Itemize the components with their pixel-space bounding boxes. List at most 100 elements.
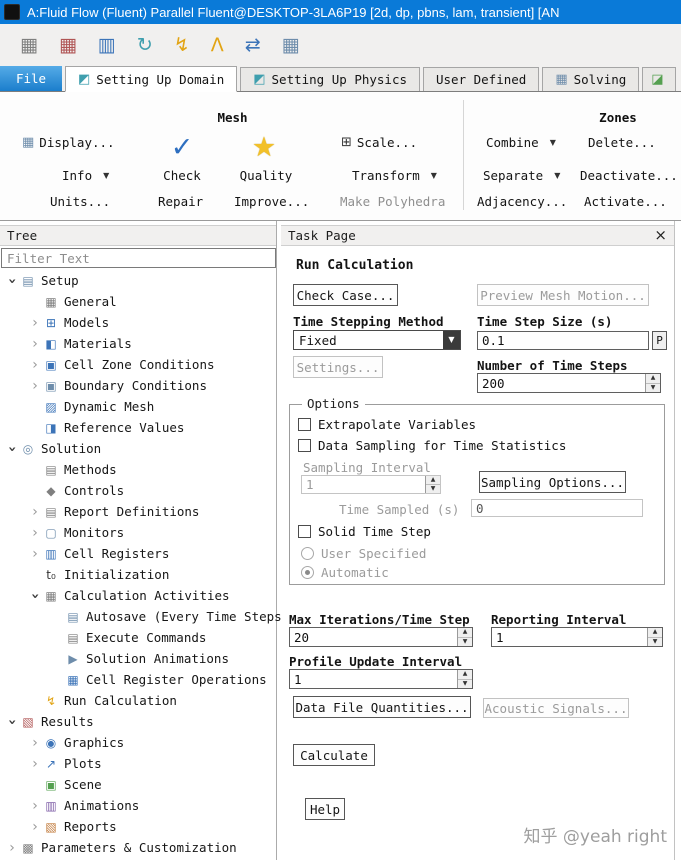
stepper-up-icon[interactable]: ▲: [426, 476, 440, 485]
profile-update-interval-input[interactable]: [290, 670, 457, 688]
profile-update-interval-stepper[interactable]: ▲ ▼: [289, 669, 473, 689]
tree-item[interactable]: t₀ Initialization: [0, 564, 276, 585]
ribbon-tab[interactable]: ▦ Solving: [542, 67, 640, 91]
acoustic-signals-button[interactable]: Acoustic Signals...: [483, 698, 629, 718]
tree-item[interactable]: ▤ Methods: [0, 459, 276, 480]
max-iterations-stepper[interactable]: ▲ ▼: [289, 627, 473, 647]
combine-button[interactable]: Combine ▼: [486, 135, 556, 150]
tree-item[interactable]: ▦ General: [0, 291, 276, 312]
task-page-header[interactable]: Task Page ×: [281, 225, 674, 246]
activate-button[interactable]: Activate...: [584, 194, 667, 209]
tree-item[interactable]: ▤ Report Definitions: [0, 501, 276, 522]
stepper-down-icon[interactable]: ▼: [458, 638, 472, 647]
tree-item[interactable]: ▣ Cell Zone Conditions: [0, 354, 276, 375]
tree-item[interactable]: ▥ Cell Registers: [0, 543, 276, 564]
reporting-interval-stepper[interactable]: ▲ ▼: [491, 627, 663, 647]
tree-expander-icon[interactable]: [4, 841, 20, 855]
tree-item[interactable]: ◧ Materials: [0, 333, 276, 354]
stepper-down-icon[interactable]: ▼: [646, 384, 660, 393]
tree-expander-icon[interactable]: [27, 736, 43, 750]
toolbar-icon[interactable]: ▦: [20, 35, 38, 55]
extrapolate-variables-checkbox[interactable]: Extrapolate Variables: [298, 417, 476, 432]
stepper-up-icon[interactable]: ▲: [458, 670, 472, 680]
tree-filter-input[interactable]: [1, 248, 276, 268]
tree-item[interactable]: ▧ Results: [0, 711, 276, 732]
tree-expander-icon[interactable]: [5, 273, 19, 289]
tree-item[interactable]: ◎ Solution: [0, 438, 276, 459]
tree-expander-icon[interactable]: [5, 441, 19, 457]
tree-item[interactable]: ▣ Scene: [0, 774, 276, 795]
solid-time-step-checkbox[interactable]: Solid Time Step: [298, 524, 431, 539]
tree-expander-icon[interactable]: [27, 316, 43, 330]
user-specified-radio[interactable]: User Specified: [301, 546, 426, 561]
tree-item[interactable]: ↯ Run Calculation: [0, 690, 276, 711]
stepper-down-icon[interactable]: ▼: [458, 680, 472, 689]
make-polyhedra-button[interactable]: Make Polyhedra: [340, 194, 445, 209]
toolbar-icon[interactable]: ▥: [98, 35, 116, 55]
tree-item[interactable]: ▦ Cell Register Operations: [0, 669, 276, 690]
tree-item[interactable]: ▨ Dynamic Mesh: [0, 396, 276, 417]
check-case-button[interactable]: Check Case...: [293, 284, 398, 306]
tree-expander-icon[interactable]: [27, 547, 43, 561]
number-of-time-steps-stepper[interactable]: ▲ ▼: [477, 373, 661, 393]
title-bar[interactable]: A:Fluid Flow (Fluent) Parallel Fluent@DE…: [0, 0, 681, 24]
checkbox-icon[interactable]: [298, 439, 311, 452]
tree-item[interactable]: ◉ Graphics: [0, 732, 276, 753]
time-step-size-input[interactable]: [477, 331, 649, 350]
stepper-up-icon[interactable]: ▲: [646, 374, 660, 384]
tree-item[interactable]: ▤ Execute Commands: [0, 627, 276, 648]
tree-expander-icon[interactable]: [28, 588, 42, 604]
stepper-down-icon[interactable]: ▼: [426, 485, 440, 493]
toolbar-icon[interactable]: ⇄: [245, 35, 261, 55]
ribbon-tab[interactable]: ◪: [642, 67, 677, 91]
tab-file[interactable]: File: [0, 66, 62, 91]
improve-button[interactable]: Improve...: [234, 194, 309, 209]
time-sampled-input[interactable]: [471, 499, 643, 517]
toolbar-icon[interactable]: ↯: [174, 35, 190, 55]
quality-label[interactable]: Quality: [235, 168, 297, 183]
sampling-options-button[interactable]: Sampling Options...: [479, 471, 626, 493]
tree-expander-icon[interactable]: [5, 714, 19, 730]
toolbar-icon[interactable]: ↻: [137, 35, 153, 55]
ribbon-tab[interactable]: ◩ Setting Up Physics: [240, 67, 420, 91]
radio-icon[interactable]: [301, 547, 314, 560]
tree-item[interactable]: ▩ Parameters & Customization: [0, 837, 276, 858]
reporting-interval-input[interactable]: [492, 628, 647, 646]
quality-button[interactable]: ★: [242, 130, 286, 164]
tree-expander-icon[interactable]: [27, 337, 43, 351]
tree-item[interactable]: ▢ Monitors: [0, 522, 276, 543]
tree-item[interactable]: ▧ Reports: [0, 816, 276, 837]
adjacency-button[interactable]: Adjacency...: [477, 194, 567, 209]
tree-item[interactable]: ▦ Calculation Activities: [0, 585, 276, 606]
tree-item[interactable]: ▣ Boundary Conditions: [0, 375, 276, 396]
tree-item[interactable]: ▶ Solution Animations: [0, 648, 276, 669]
deactivate-button[interactable]: Deactivate...: [580, 168, 678, 183]
close-icon[interactable]: ×: [654, 228, 667, 243]
preview-mesh-motion-button[interactable]: Preview Mesh Motion...: [477, 284, 649, 306]
parameter-button[interactable]: P: [652, 331, 667, 350]
check-label[interactable]: Check: [154, 168, 210, 183]
toolbar-icon[interactable]: Λ: [211, 35, 224, 55]
stepper-down-icon[interactable]: ▼: [648, 638, 662, 647]
checkbox-icon[interactable]: [298, 525, 311, 538]
time-stepping-method-select[interactable]: Fixed ▼: [293, 330, 461, 350]
sampling-interval-input[interactable]: [302, 476, 425, 493]
delete-button[interactable]: Delete...: [588, 135, 656, 150]
tree-expander-icon[interactable]: [27, 505, 43, 519]
tree-expander-icon[interactable]: [27, 526, 43, 540]
tree-expander-icon[interactable]: [27, 820, 43, 834]
tree-item[interactable]: ▤ Setup: [0, 270, 276, 291]
dropdown-arrow-icon[interactable]: ▼: [443, 331, 460, 349]
transform-button[interactable]: Transform ▼: [352, 168, 437, 183]
separate-button[interactable]: Separate ▼: [483, 168, 560, 183]
checkbox-icon[interactable]: [298, 418, 311, 431]
ribbon-tab[interactable]: ◩ Setting Up Domain: [65, 66, 238, 92]
repair-button[interactable]: Repair: [158, 194, 203, 209]
ribbon-tab[interactable]: User Defined: [423, 67, 540, 91]
scale-button[interactable]: ⊞ Scale...: [341, 135, 417, 150]
sampling-interval-stepper[interactable]: ▲ ▼: [301, 475, 441, 494]
tree-expander-icon[interactable]: [27, 358, 43, 372]
settings-button[interactable]: Settings...: [293, 356, 383, 378]
check-button[interactable]: ✓: [160, 130, 204, 164]
radio-selected-icon[interactable]: [301, 566, 314, 579]
